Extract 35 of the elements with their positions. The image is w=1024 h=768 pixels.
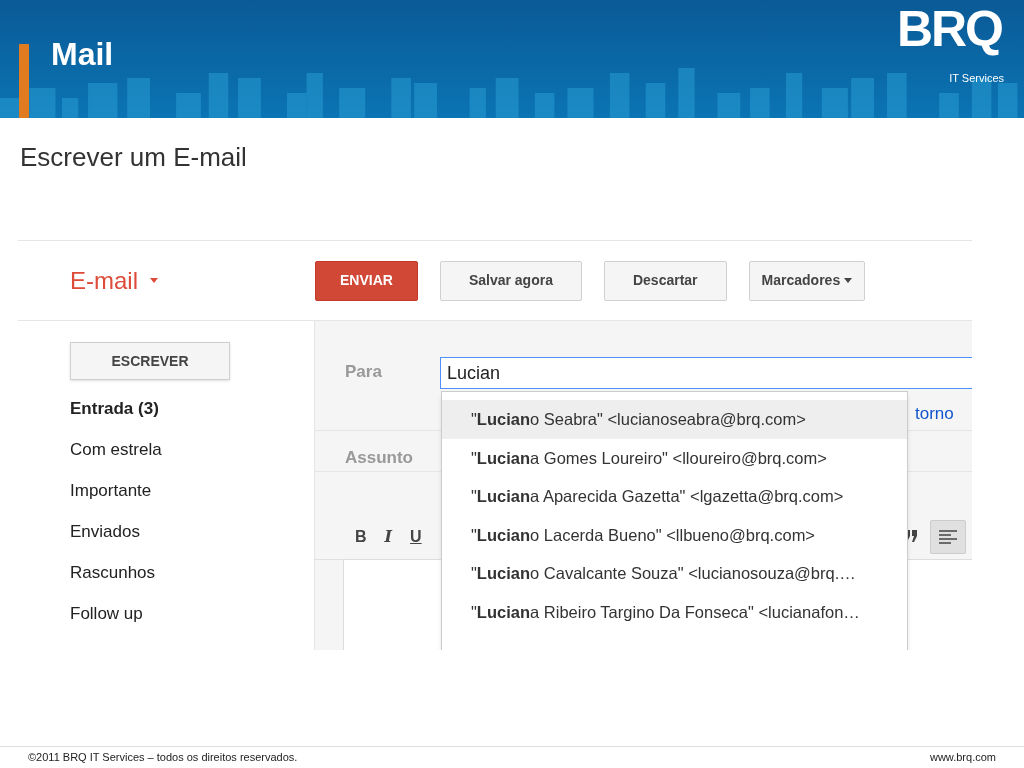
folder-link[interactable]: Com estrela: [70, 437, 314, 478]
website-url: www.brq.com: [929, 750, 996, 766]
logo: BRQ: [896, 4, 1002, 54]
toolbar-button[interactable]: ENVIAR: [315, 260, 418, 301]
compose-button[interactable]: ESCREVER: [70, 342, 230, 380]
format-button[interactable]: U: [410, 525, 422, 549]
align-left-icon: [939, 530, 957, 544]
to-field[interactable]: Lucian: [440, 357, 972, 389]
caret-icon: [844, 278, 853, 283]
cc-link[interactable]: torno: [915, 401, 954, 427]
suggestion-item[interactable]: "Luciana Gomes Loureiro" <lloureiro@brq.com>: [442, 438, 907, 478]
folder-link[interactable]: Entrada (3): [70, 396, 314, 437]
format-button[interactable]: I: [384, 525, 393, 549]
toolbar-button[interactable]: Marcadores: [748, 260, 866, 301]
app-menu[interactable]: E-mail: [70, 262, 138, 299]
toolbar-button[interactable]: Descartar: [603, 260, 727, 301]
folder-link[interactable]: Importante: [70, 478, 314, 519]
copyright: ©2011 BRQ IT Services – todos os direitos reservados.: [28, 750, 298, 766]
subject-label: Assunto: [345, 447, 413, 469]
align-button[interactable]: [930, 520, 966, 554]
suggestion-item[interactable]: "Luciana Aparecida Gazetta" <lgazetta@brq.com>: [442, 477, 907, 516]
format-button[interactable]: B: [355, 525, 367, 549]
slide-title: Mail: [51, 35, 114, 74]
toolbar-button[interactable]: Salvar agora: [439, 260, 582, 301]
to-label: Para: [345, 361, 382, 383]
folder-link[interactable]: Enviados: [70, 519, 314, 560]
folder-link[interactable]: Rascunhos: [70, 560, 314, 601]
suggestion-item[interactable]: "Luciana Ribeiro Targino Da Fonseca" <lucianafon…: [442, 592, 907, 632]
suggestion-item[interactable]: "Luciano Seabra" <lucianoseabra@brq.com>: [442, 400, 907, 439]
logo-subtitle: IT Services: [949, 71, 1004, 86]
suggestion-item[interactable]: "Luciano Lacerda Bueno" <llbueno@brq.com>: [442, 515, 907, 555]
folder-link[interactable]: Follow up: [70, 601, 314, 642]
suggestion-item[interactable]: "Luciano Cavalcante Souza" <lucianosouza@brq.…: [442, 554, 907, 593]
slide-heading: Escrever um E-mail: [20, 142, 247, 172]
caret-icon: [150, 278, 158, 283]
